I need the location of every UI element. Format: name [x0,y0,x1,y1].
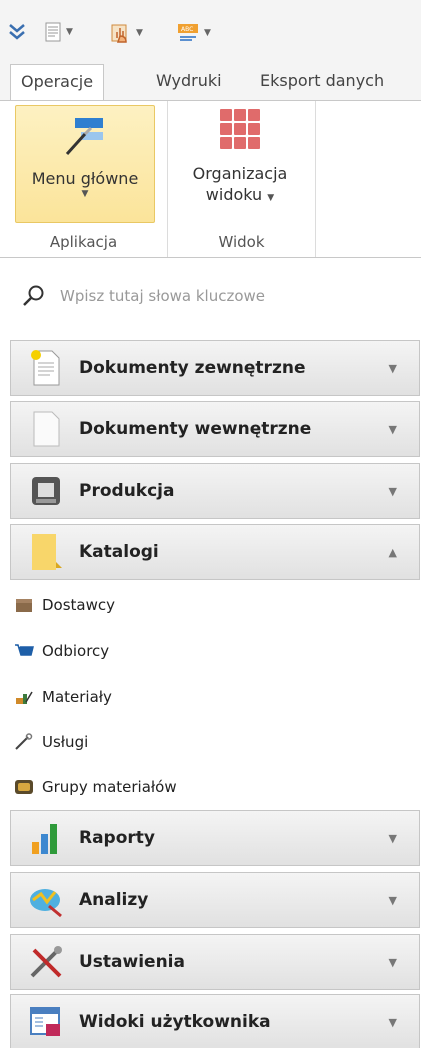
katalogi-item-materialy[interactable]: Materiały [14,682,112,712]
ribbon-group-label: Aplikacja [49,233,118,251]
nav-section-label: Katalogi [79,542,159,562]
folder-icon [25,531,67,573]
dropdown-arrow-icon: ▼ [136,28,143,38]
dropdown-arrow-icon: ▼ [81,189,89,199]
calendar-view-icon [25,1001,67,1043]
menu-glowne-button[interactable]: Menu główne ▼ [15,105,155,223]
ribbon-group-aplikacja: Menu główne ▼ Aplikacja [0,101,168,257]
bar-chart-icon [25,817,67,859]
katalogi-item-label: Usługi [42,733,89,751]
ribbon-group-label: Widok [218,233,265,251]
nav-section-label: Analizy [79,890,149,910]
cart-icon [14,641,34,661]
ribbon: Menu główne ▼ Aplikacja Organizacja wido… [0,100,421,258]
menu-glowne-label: Menu główne [31,169,139,188]
katalogi-item-label: Odbiorcy [42,642,110,660]
widoku-label-text: widoku [205,185,263,204]
katalogi-item-label: Dostawcy [42,596,116,614]
nav-section-label: Produkcja [79,481,175,501]
katalogi-item-odbiorcy[interactable]: Odbiorcy [14,636,109,666]
widoku-label: widoku ▼ [178,184,302,209]
box-icon [14,595,34,615]
tab-operacje[interactable]: Operacje [10,64,105,101]
double-chevron-down-icon [9,24,25,40]
document-star-icon [25,347,67,389]
nav-section-raporty[interactable]: Raporty ▼ [10,810,420,866]
nav-section-label: Dokumenty zewnętrzne [79,358,306,378]
tools-icon [25,941,67,983]
qat-spellcheck-button[interactable]: ABC ▼ [176,22,211,44]
nav-section-label: Ustawienia [79,952,185,972]
nav-section-label: Dokumenty wewnętrzne [79,419,312,439]
katalogi-item-grupy-materialow[interactable]: Grupy materiałów [14,772,177,802]
search-box[interactable]: Wpisz tutaj słowa kluczowe [22,284,265,308]
analysis-icon [25,879,67,921]
nav-section-analizy[interactable]: Analizy ▼ [10,872,420,928]
katalogi-item-label: Materiały [42,688,112,706]
quick-access-toolbar: ▼ ▼ ABC ▼ [0,0,421,68]
machine-icon [25,470,67,512]
nav-section-dokumenty-zewnetrzne[interactable]: Dokumenty zewnętrzne ▼ [10,340,420,396]
wrench-icon [14,732,34,752]
chevron-down-icon: ▼ [388,422,397,436]
svg-text:ABC: ABC [181,26,193,33]
main-menu-icon [65,118,103,156]
spellcheck-icon: ABC [178,24,198,41]
nav-section-katalogi[interactable]: Katalogi ▲ [10,524,420,580]
nav-section-produkcja[interactable]: Produkcja ▼ [10,463,420,519]
materials-icon [14,687,34,707]
dropdown-arrow-icon: ▼ [66,27,73,37]
tab-wydruki[interactable]: Wydruki [146,64,232,100]
nav-section-dokumenty-wewnetrzne[interactable]: Dokumenty wewnętrzne ▼ [10,401,420,457]
chevron-down-icon: ▼ [388,1015,397,1029]
chevron-down-icon: ▼ [388,955,397,969]
nav-section-ustawienia[interactable]: Ustawienia ▼ [10,934,420,990]
document-icon [25,408,67,450]
organizacja-widoku-button[interactable]: Organizacja widoku ▼ [178,105,302,223]
dropdown-arrow-icon: ▼ [267,193,275,203]
search-icon [23,285,44,306]
hand-pointer-icon [111,24,127,43]
qat-hand-button[interactable]: ▼ [110,22,143,44]
katalogi-item-label: Grupy materiałów [42,778,177,796]
ribbon-tabs: Operacje Wydruki Eksport danych [0,64,421,101]
search-placeholder: Wpisz tutaj słowa kluczowe [60,287,266,305]
katalogi-item-dostawcy[interactable]: Dostawcy [14,590,115,620]
customize-toolbar-button[interactable] [8,22,26,42]
nav-section-widoki-uzytkownika[interactable]: Widoki użytkownika ▼ [10,994,420,1048]
tab-eksport-danych[interactable]: Eksport danych [250,64,394,100]
katalogi-item-uslugi[interactable]: Usługi [14,727,88,757]
nav-section-label: Widoki użytkownika [79,1012,271,1032]
box-group-icon [14,777,34,797]
ribbon-group-widok: Organizacja widoku ▼ Widok [168,101,316,257]
chevron-down-icon: ▼ [388,893,397,907]
organizacja-label: Organizacja [192,164,288,183]
chevron-down-icon: ▼ [388,831,397,845]
chevron-down-icon: ▼ [388,484,397,498]
dropdown-arrow-icon: ▼ [204,28,211,38]
qat-document-button[interactable]: ▼ [44,22,73,42]
document-lines-icon [45,22,61,42]
chevron-up-icon: ▲ [388,545,397,559]
nav-section-label: Raporty [79,828,156,848]
grid-layout-icon [220,109,260,149]
chevron-down-icon: ▼ [388,361,397,375]
